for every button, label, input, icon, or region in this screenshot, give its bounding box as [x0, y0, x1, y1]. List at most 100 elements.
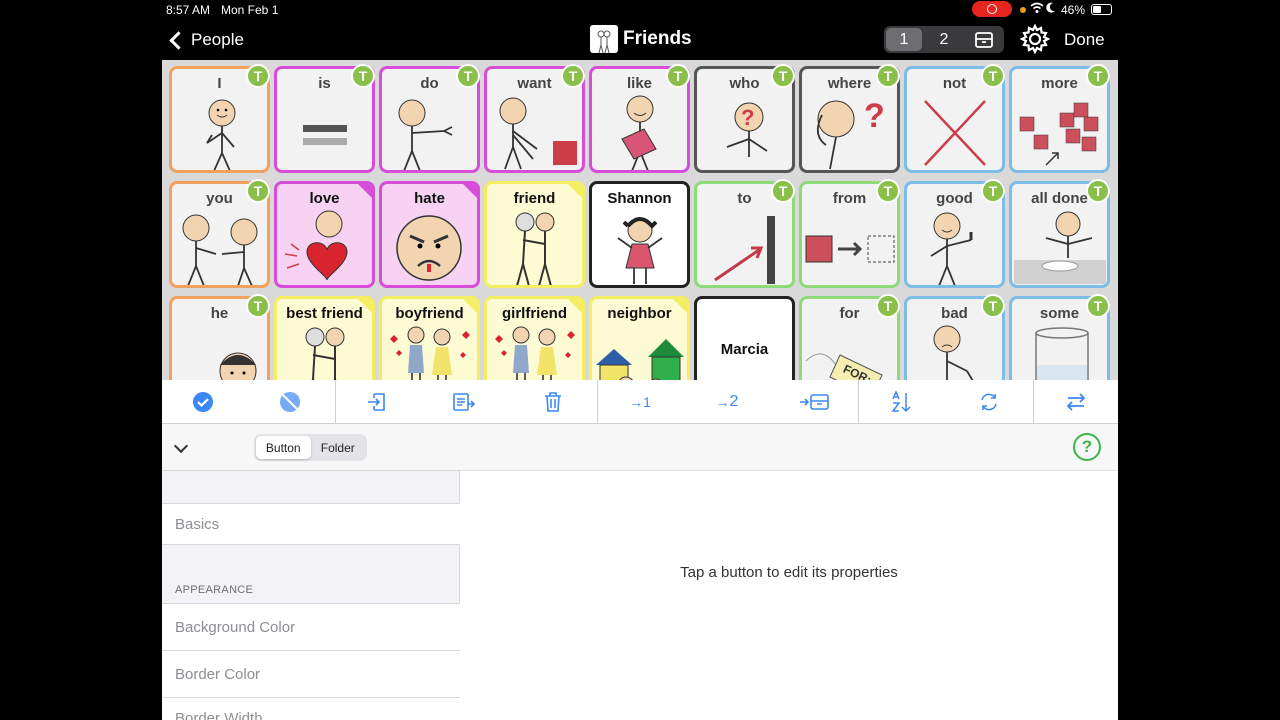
girl-icon [617, 217, 663, 284]
basics-row[interactable]: Basics [162, 503, 460, 545]
nav-bar: People Friends 1 2 Done [162, 20, 1118, 60]
folder-corner-icon [568, 184, 582, 198]
move-to-archive-icon[interactable] [798, 387, 832, 417]
button-type-selector: Button Folder [254, 434, 367, 461]
text-badge-icon[interactable]: T [246, 64, 270, 88]
text-badge-icon[interactable]: T [456, 64, 480, 88]
folder-corner-icon [568, 299, 582, 313]
select-all-icon[interactable] [188, 387, 218, 417]
move-to-page-2-label: 2 [729, 393, 739, 410]
person-bad-icon [933, 325, 974, 380]
border-width-row[interactable]: Border Width [162, 698, 460, 720]
equals-icon [303, 125, 347, 145]
text-badge-icon[interactable]: T [981, 179, 1005, 203]
grid-button-best-friend[interactable]: best friend [274, 296, 375, 380]
text-badge-icon[interactable]: T [666, 64, 690, 88]
detail-header: ? [460, 424, 1118, 471]
text-badge-icon[interactable]: T [1086, 179, 1110, 203]
grid-button-marcia[interactable]: Marcia [694, 296, 795, 380]
text-badge-icon[interactable]: T [771, 64, 795, 88]
gear-icon[interactable] [1019, 23, 1051, 55]
archive-tab[interactable] [966, 28, 1002, 51]
toolbar-divider [597, 380, 598, 424]
svg-text:?: ? [864, 97, 885, 135]
grid-button-shannon[interactable]: Shannon [589, 181, 690, 288]
grid-button-love[interactable]: love [274, 181, 375, 288]
text-badge-icon[interactable]: T [246, 179, 270, 203]
background-color-row[interactable]: Background Color [162, 603, 460, 651]
text-badge-icon[interactable]: T [561, 64, 585, 88]
all-done-icon [1014, 211, 1106, 284]
couple-icon [390, 326, 470, 380]
border-color-row[interactable]: Border Color [162, 651, 460, 698]
done-button[interactable]: Done [1064, 30, 1105, 50]
basics-label: Basics [175, 515, 220, 533]
archive-icon [975, 31, 993, 48]
paste-icon[interactable] [449, 387, 479, 417]
back-button[interactable]: People [166, 26, 244, 54]
grid-button-hate[interactable]: hate [379, 181, 480, 288]
edit-toolbar: → 1 → 2 [162, 380, 1118, 424]
boy-icon [219, 352, 257, 380]
page-title-text: Friends [623, 28, 692, 49]
arrow-from-icon [805, 235, 895, 263]
text-badge-icon[interactable]: T [246, 294, 270, 318]
trash-icon[interactable] [538, 387, 568, 417]
text-badge-icon[interactable]: T [876, 294, 900, 318]
grid-button-friend[interactable]: friend [484, 181, 585, 288]
chevron-left-icon [169, 30, 188, 50]
text-badge-icon[interactable]: T [876, 64, 900, 88]
page-1-tab[interactable]: 1 [886, 28, 922, 51]
chevron-down-icon[interactable] [173, 438, 189, 454]
angry-face-icon [396, 215, 462, 281]
text-badge-icon[interactable]: T [876, 179, 900, 203]
text-badge-icon[interactable]: T [351, 64, 375, 88]
two-people-icon [182, 214, 258, 285]
text-badge-icon[interactable]: T [1086, 294, 1110, 318]
squares-icon [1019, 102, 1099, 166]
battery-icon [1091, 4, 1112, 15]
grid-button-label: Shannon [607, 190, 672, 207]
text-badge-icon[interactable]: T [771, 179, 795, 203]
deselect-icon[interactable] [275, 387, 305, 417]
border-color-label: Border Color [175, 665, 261, 683]
toolbar-divider [858, 380, 859, 424]
grid-button-label: Marcia [720, 341, 769, 358]
toolbar-divider [1033, 380, 1034, 424]
grid-button-boyfriend[interactable]: boyfriend [379, 296, 480, 380]
glass-icon [1035, 327, 1089, 380]
moon-icon [1045, 2, 1056, 17]
swap-icon[interactable] [1061, 387, 1091, 417]
person-do-icon [398, 99, 453, 170]
person-where-icon: ? [816, 97, 885, 170]
status-date: Mon Feb 1 [221, 3, 279, 17]
person-who-icon: ? [726, 102, 768, 157]
grid-button-girlfriend[interactable]: girlfriend [484, 296, 585, 380]
folder-thumbnail-icon [590, 25, 618, 53]
tag-icon: FOR: [805, 353, 883, 380]
person-like-icon [621, 95, 657, 170]
text-badge-icon[interactable]: T [1086, 64, 1110, 88]
page-2-tab[interactable]: 2 [926, 28, 962, 51]
move-to-page-1-label: 1 [643, 394, 651, 410]
refresh-icon[interactable] [974, 387, 1004, 417]
move-to-page-2-icon[interactable]: → 2 [711, 387, 743, 417]
move-arrow: → [715, 394, 730, 410]
text-badge-icon[interactable]: T [981, 64, 1005, 88]
type-button-option[interactable]: Button [256, 436, 311, 459]
screen-record-icon[interactable] [972, 1, 1012, 17]
properties-detail: ? Tap a button to edit its properties [460, 424, 1118, 720]
background-color-label: Background Color [175, 618, 296, 636]
appearance-section-header: APPEARANCE [175, 584, 254, 596]
grid-button-neighbor[interactable]: neighbor [589, 296, 690, 380]
type-folder-option[interactable]: Folder [311, 436, 366, 459]
move-to-page-1-icon[interactable]: → 1 [624, 387, 656, 417]
toolbar-divider [335, 380, 336, 424]
page-title: Friends [590, 25, 692, 53]
folder-corner-icon [358, 299, 372, 313]
import-icon[interactable] [362, 387, 392, 417]
folder-corner-icon [358, 184, 372, 198]
sort-icon[interactable] [887, 387, 917, 417]
help-icon[interactable]: ? [1073, 433, 1101, 461]
text-badge-icon[interactable]: T [981, 294, 1005, 318]
